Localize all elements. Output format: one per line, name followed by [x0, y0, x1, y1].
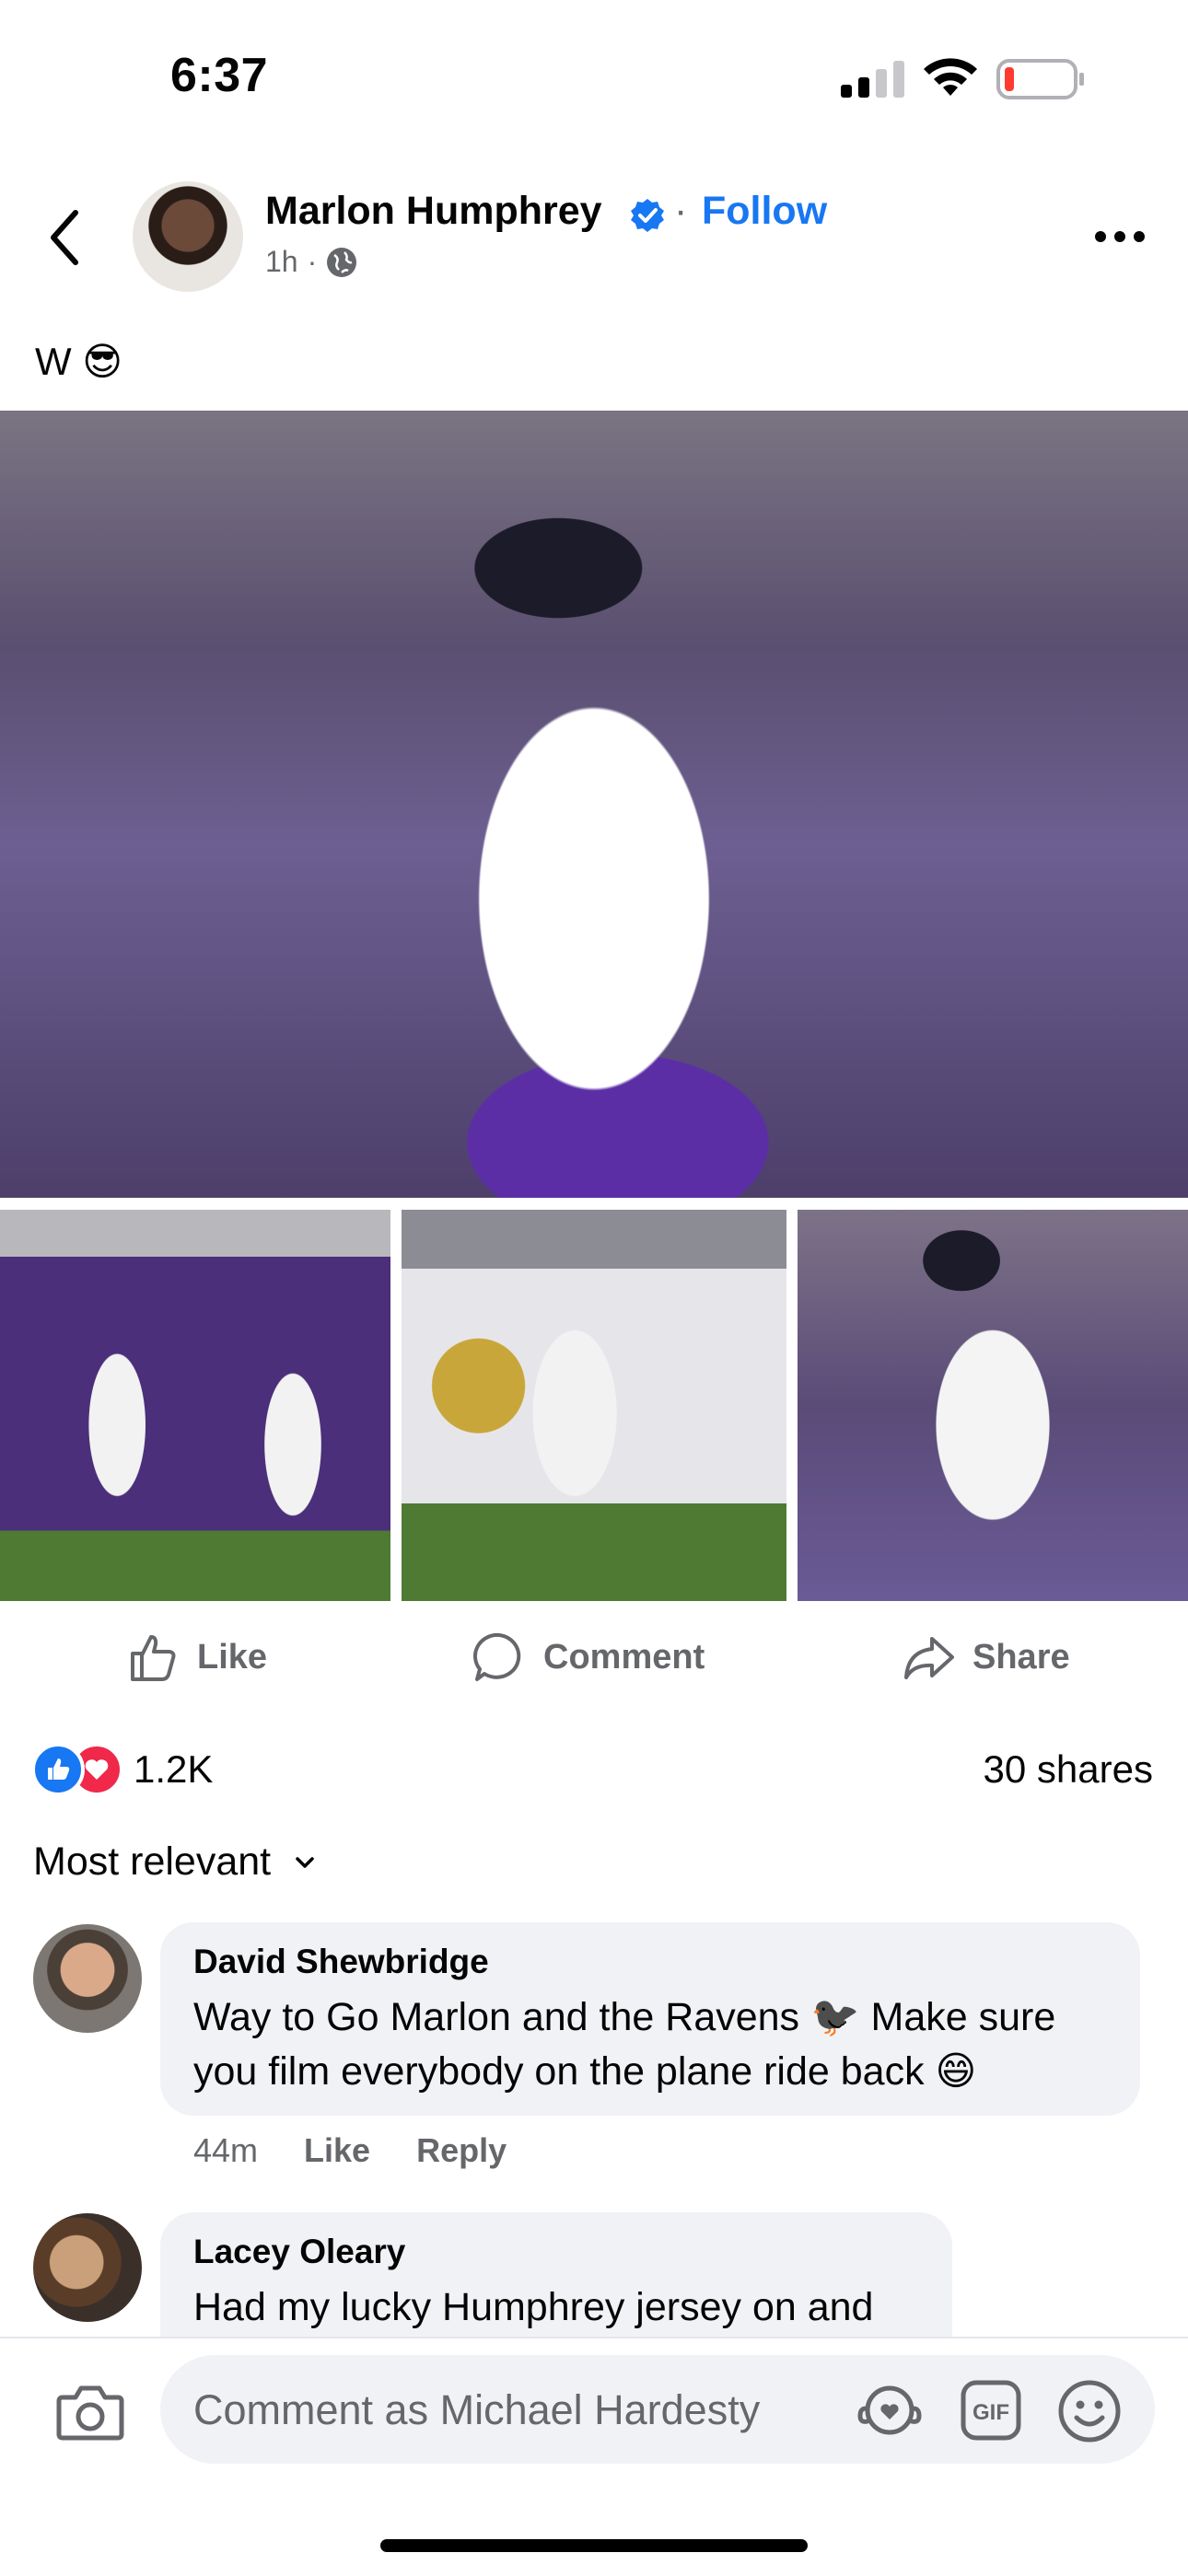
comment-bubble-icon	[472, 1632, 521, 1681]
comment-bubble: David Shewbridge Way to Go Marlon and th…	[160, 1922, 1140, 2116]
cellular-signal-icon	[841, 61, 904, 98]
reaction-count[interactable]: 1.2K	[134, 1747, 213, 1792]
back-arrow-icon[interactable]	[46, 207, 83, 268]
battery-icon	[996, 59, 1084, 99]
status-time: 6:37	[170, 49, 269, 102]
gif-icon[interactable]: GIF	[960, 2379, 1022, 2442]
chevron-down-icon	[296, 1856, 314, 1868]
post-photo-thumbnail-2[interactable]	[402, 1210, 786, 1601]
thumbs-up-icon	[131, 1635, 176, 1681]
post-time[interactable]: 1h	[265, 245, 298, 279]
share-button[interactable]: Share	[901, 1630, 1070, 1685]
commenter-avatar[interactable]	[33, 1924, 142, 2033]
author-name[interactable]: Marlon Humphrey	[265, 189, 602, 234]
comment-input-placeholder: Comment as Michael Hardesty	[193, 2386, 761, 2433]
follow-separator: ·	[674, 189, 688, 233]
emoji-icon[interactable]	[1057, 2379, 1122, 2443]
globe-icon	[327, 247, 357, 277]
more-options-icon[interactable]	[1094, 230, 1146, 243]
post-photo-thumbnail-1[interactable]	[0, 1210, 390, 1601]
comment-like-button[interactable]: Like	[304, 2131, 370, 2170]
comment-text: Way to Go Marlon and the Ravens 🐦‍⬛ Make…	[193, 1995, 1056, 2094]
comment-sort-dropdown[interactable]: Most relevant	[33, 1839, 315, 1885]
share-label: Share	[973, 1637, 1070, 1677]
commenter-name[interactable]: Lacey Oleary	[193, 2233, 919, 2271]
wifi-icon	[924, 58, 977, 96]
comment-meta: 44m Like Reply	[193, 2131, 507, 2170]
comment-time: 44m	[193, 2131, 259, 2169]
post-photo-main[interactable]	[0, 411, 1188, 1198]
share-arrow-icon	[904, 1637, 954, 1679]
author-avatar[interactable]	[133, 181, 243, 292]
commenter-avatar[interactable]	[33, 2213, 142, 2322]
avatar-sticker-icon[interactable]	[856, 2381, 923, 2440]
sort-label: Most relevant	[33, 1839, 272, 1884]
post-meta: 1h ·	[265, 245, 357, 279]
comment-label: Comment	[543, 1637, 705, 1677]
follow-button[interactable]: Follow	[702, 189, 827, 234]
comment-text: Had my lucky Humphrey jersey on and	[193, 2285, 874, 2329]
post-photo-thumbnail-3[interactable]	[798, 1210, 1188, 1601]
camera-icon[interactable]	[55, 2383, 125, 2442]
comment-button[interactable]: Comment	[472, 1630, 705, 1685]
svg-text:GIF: GIF	[973, 2400, 1009, 2425]
commenter-name[interactable]: David Shewbridge	[193, 1943, 1107, 1981]
like-reaction-icon	[31, 1743, 85, 1796]
verified-badge-icon	[631, 199, 664, 232]
share-count[interactable]: 30 shares	[984, 1747, 1153, 1792]
post-caption: W 😎	[35, 340, 123, 383]
reaction-icons[interactable]	[31, 1743, 123, 1796]
like-label: Like	[197, 1637, 268, 1677]
comment-reply-button[interactable]: Reply	[416, 2131, 507, 2170]
home-indicator[interactable]	[380, 2539, 808, 2552]
like-button[interactable]: Like	[125, 1630, 267, 1685]
meta-dot: ·	[307, 245, 318, 278]
